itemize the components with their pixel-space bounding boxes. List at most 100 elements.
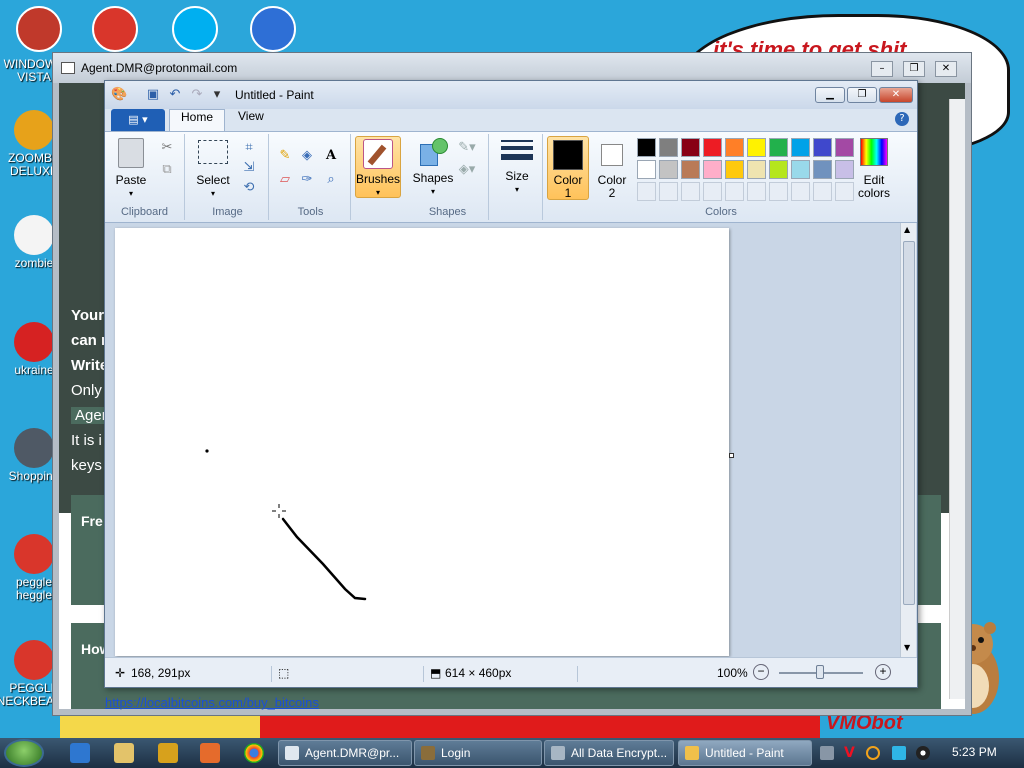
- color-swatch[interactable]: [769, 160, 788, 179]
- chrome-icon[interactable]: [244, 743, 264, 763]
- empty-color-slot[interactable]: [659, 182, 678, 201]
- canvas-vertical-scrollbar[interactable]: ▲ ▼: [900, 223, 916, 657]
- empty-color-slot[interactable]: [637, 182, 656, 201]
- save-icon[interactable]: ▣: [145, 87, 161, 103]
- zoom-out-button[interactable]: −: [753, 664, 769, 680]
- empty-color-slot[interactable]: [791, 182, 810, 201]
- cut-icon[interactable]: ✂: [157, 138, 177, 158]
- brushes-button[interactable]: Brushes ▾: [355, 136, 401, 198]
- color-swatch[interactable]: [637, 160, 656, 179]
- outline-icon[interactable]: ✎▾: [457, 138, 477, 158]
- browser-maximize-button[interactable]: ❐: [903, 61, 925, 77]
- start-button[interactable]: [4, 739, 44, 767]
- tray-search-icon[interactable]: [866, 746, 880, 760]
- empty-color-slot[interactable]: [681, 182, 700, 201]
- color-swatch[interactable]: [747, 160, 766, 179]
- taskbar-button-label: Untitled - Paint: [705, 746, 784, 760]
- shapes-button[interactable]: Shapes ▾: [411, 138, 455, 198]
- drawing-canvas[interactable]: [115, 228, 729, 656]
- browser-scrollbar[interactable]: [949, 99, 965, 699]
- taskbar-button[interactable]: Agent.DMR@pr...: [278, 740, 412, 766]
- color-swatch[interactable]: [637, 138, 656, 157]
- paint-restore-button[interactable]: ❐: [847, 87, 877, 103]
- empty-color-slot[interactable]: [703, 182, 722, 201]
- color1-button[interactable]: Color 1: [547, 136, 589, 200]
- taskbar: Agent.DMR@pr... Login All Data Encrypt... U…: [0, 738, 1024, 768]
- tray-app-icon[interactable]: [820, 746, 834, 760]
- eraser-icon[interactable]: ▱: [275, 170, 295, 190]
- size-button[interactable]: Size ▾: [497, 138, 537, 196]
- empty-color-slot[interactable]: [813, 182, 832, 201]
- crop-icon[interactable]: ⌗: [239, 138, 259, 158]
- color-swatch[interactable]: [681, 160, 700, 179]
- select-button[interactable]: Select ▾: [193, 140, 233, 200]
- browser-titlebar[interactable]: Agent.DMR@protonmail.com – ❐ ✕: [53, 53, 971, 83]
- globe-icon[interactable]: [250, 6, 296, 52]
- zoom-in-button[interactable]: +: [875, 664, 891, 680]
- browser-close-button[interactable]: ✕: [935, 61, 957, 77]
- taskbar-button[interactable]: Untitled - Paint: [678, 740, 812, 766]
- color-swatch[interactable]: [791, 138, 810, 157]
- app-icon[interactable]: [200, 743, 220, 763]
- explorer-icon[interactable]: [114, 743, 134, 763]
- rotate-icon[interactable]: ⟲: [239, 178, 259, 198]
- desktop-icon-image: [14, 640, 54, 680]
- color-picker-icon[interactable]: ✑: [297, 170, 317, 190]
- color-swatch[interactable]: [725, 138, 744, 157]
- clock[interactable]: 5:23 PM: [952, 745, 997, 759]
- color-swatch[interactable]: [681, 138, 700, 157]
- empty-color-slot[interactable]: [769, 182, 788, 201]
- color-swatch[interactable]: [769, 138, 788, 157]
- redo-icon[interactable]: ↷: [189, 87, 205, 103]
- color-swatch[interactable]: [659, 160, 678, 179]
- pencil-icon[interactable]: ✎: [275, 146, 295, 166]
- taskbar-app-icon: [551, 746, 565, 760]
- taskbar-button[interactable]: All Data Encrypt...: [544, 740, 674, 766]
- color-swatch[interactable]: [813, 138, 832, 157]
- tray-network-icon[interactable]: [892, 746, 906, 760]
- color-swatch[interactable]: [725, 160, 744, 179]
- fill-icon[interactable]: ◈: [297, 146, 317, 166]
- color-swatch[interactable]: [703, 138, 722, 157]
- color-swatch[interactable]: [813, 160, 832, 179]
- quick-access-dropdown-icon[interactable]: ▾: [209, 87, 225, 103]
- paste-button[interactable]: Paste ▾: [111, 138, 151, 200]
- browser-minimize-button[interactable]: –: [871, 61, 893, 77]
- color2-button[interactable]: Color 2: [591, 136, 633, 200]
- tray-v-icon[interactable]: V: [844, 746, 858, 760]
- color-swatch[interactable]: [747, 138, 766, 157]
- empty-color-slot[interactable]: [747, 182, 766, 201]
- scroll-up-icon[interactable]: ▲: [904, 225, 910, 234]
- tab-home[interactable]: Home: [169, 109, 226, 131]
- color-swatch[interactable]: [659, 138, 678, 157]
- peggle-icon[interactable]: [92, 6, 138, 52]
- copy-icon[interactable]: ⧉: [157, 160, 177, 180]
- paint-close-button[interactable]: ✕: [879, 87, 913, 103]
- canvas-resize-handle[interactable]: [729, 453, 734, 458]
- file-menu-button[interactable]: ▤ ▾: [111, 109, 165, 131]
- red-bowl-icon[interactable]: [16, 6, 62, 52]
- tab-view[interactable]: View: [227, 109, 275, 131]
- ransom-line: Write: [71, 357, 109, 374]
- media-player-icon[interactable]: [158, 743, 178, 763]
- scroll-down-icon[interactable]: ▼: [904, 643, 910, 652]
- bitcoin-link[interactable]: https://localbitcoins.com/buy_bitcoins: [105, 695, 319, 710]
- magnifier-icon[interactable]: ⌕: [321, 170, 341, 190]
- tray-volume-icon[interactable]: [916, 746, 930, 760]
- color-swatch[interactable]: [791, 160, 810, 179]
- shape-fill-icon[interactable]: ◈▾: [457, 160, 477, 180]
- edit-colors-button[interactable]: Edit colors: [851, 138, 897, 200]
- scrollbar-thumb[interactable]: [903, 241, 915, 605]
- paint-minimize-button[interactable]: ▁: [815, 87, 845, 103]
- color-swatch[interactable]: [703, 160, 722, 179]
- taskbar-button[interactable]: Login: [414, 740, 542, 766]
- paint-titlebar[interactable]: 🎨 ▣ ↶ ↷ ▾ Untitled - Paint ▁ ❐ ✕: [105, 81, 917, 109]
- resize-icon[interactable]: ⇲: [239, 158, 259, 178]
- undo-icon[interactable]: ↶: [167, 87, 183, 103]
- empty-color-slot[interactable]: [725, 182, 744, 201]
- ie-icon[interactable]: [70, 743, 90, 763]
- zoom-slider-thumb[interactable]: [816, 665, 824, 679]
- skype-icon[interactable]: [172, 6, 218, 52]
- text-tool-icon[interactable]: A: [321, 146, 341, 166]
- help-icon[interactable]: ?: [895, 112, 909, 126]
